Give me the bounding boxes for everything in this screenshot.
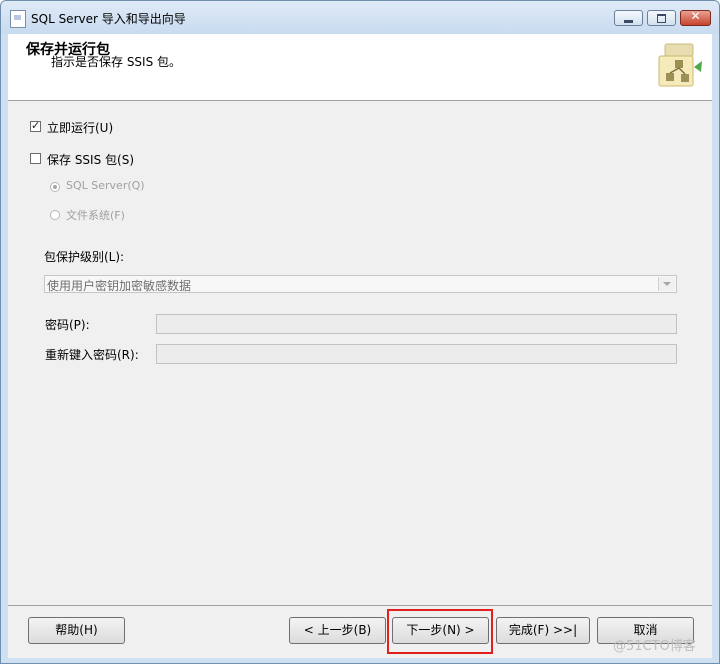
close-icon: ✕ (690, 9, 701, 23)
sql-server-label: SQL Server(Q) (66, 179, 145, 192)
retype-password-field[interactable] (156, 344, 677, 364)
maximize-button[interactable] (647, 10, 676, 26)
retype-password-label: 重新键入密码(R): (45, 348, 139, 362)
run-immediately-label[interactable]: 立即运行(U) (47, 119, 113, 136)
wizard-illustration-icon (658, 43, 702, 87)
save-ssis-checkbox[interactable] (30, 153, 41, 164)
password-field[interactable] (156, 314, 677, 334)
footer-divider (8, 605, 712, 606)
protection-level-value: 使用用户密钥加密敏感数据 (47, 279, 192, 293)
help-button[interactable]: 帮助(H) (28, 617, 125, 644)
next-button-highlight (387, 609, 493, 654)
title-bar[interactable]: SQL Server 导入和导出向导 ✕ (1, 1, 719, 34)
chevron-down-icon[interactable] (658, 277, 675, 291)
finish-button[interactable]: 完成(F) >>| (496, 617, 590, 644)
sql-server-radio[interactable] (50, 182, 60, 192)
minimize-button[interactable] (614, 10, 643, 26)
save-ssis-label[interactable]: 保存 SSIS 包(S) (47, 151, 134, 168)
page-subtitle: 指示是否保存 SSIS 包。 (51, 55, 182, 69)
app-icon (10, 10, 26, 28)
file-system-label: 文件系统(F) (66, 209, 125, 222)
window-title: SQL Server 导入和导出向导 (31, 12, 186, 26)
run-immediately-checkbox[interactable] (30, 119, 41, 132)
close-button[interactable]: ✕ (680, 9, 711, 26)
wizard-window: SQL Server 导入和导出向导 ✕ 保存并运行包 指示是否保存 SSIS … (0, 0, 720, 664)
password-label: 密码(P): (45, 318, 90, 332)
protection-level-label: 包保护级别(L): (44, 250, 125, 264)
back-button[interactable]: < 上一步(B) (289, 617, 386, 644)
watermark: @51CTO博客 (613, 639, 696, 654)
file-system-radio[interactable] (50, 210, 60, 220)
protection-level-select[interactable]: 使用用户密钥加密敏感数据 (44, 275, 677, 293)
wizard-header: 保存并运行包 指示是否保存 SSIS 包。 (8, 34, 712, 101)
wizard-client-area: 保存并运行包 指示是否保存 SSIS 包。 立即运行(U) 保存 SSIS 包(… (8, 34, 712, 658)
